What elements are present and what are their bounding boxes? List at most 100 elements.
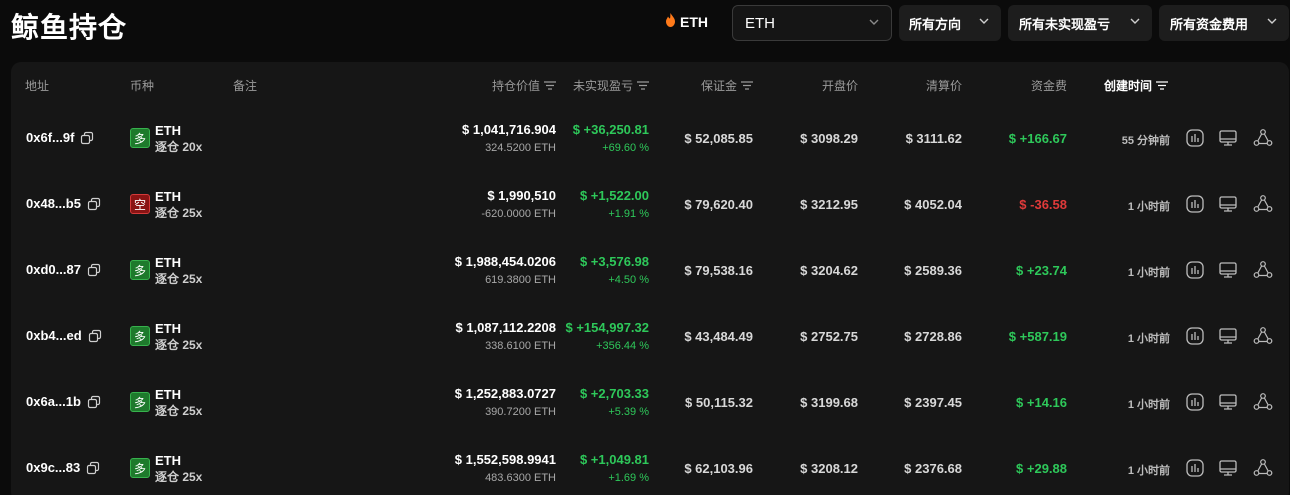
monitor-icon[interactable] (1218, 128, 1238, 153)
page-title: 鲸鱼持仓 (11, 12, 128, 43)
monitor-icon[interactable] (1218, 392, 1238, 417)
margin-mode: 逐仓 25x (155, 470, 203, 484)
hot-coin-label: ETH (680, 13, 708, 30)
header-entry-price: 开盘价 (821, 79, 858, 93)
copy-icon[interactable] (87, 395, 101, 409)
chart-icon[interactable] (1185, 458, 1205, 483)
table-header: 地址 币种 备注 持仓价值 未实现盈亏 保证金 开盘价 清算价 资金费 创建时间 (11, 62, 1289, 106)
chart-icon[interactable] (1185, 392, 1205, 417)
table-row[interactable]: 0x6a...1b 多 ETH 逐仓 25x $ 1,252,883.0727 … (11, 370, 1289, 436)
share-icon[interactable] (1253, 326, 1273, 351)
wallet-address[interactable]: 0x6a...1b (26, 394, 81, 409)
address-cell[interactable]: 0xb4...ed (26, 328, 102, 343)
margin-mode: 逐仓 20x (155, 140, 203, 154)
created-time: 1 小时前 (1127, 333, 1170, 345)
wallet-address[interactable]: 0xd0...87 (26, 262, 81, 277)
entry-price: $ 3208.12 (800, 461, 858, 476)
share-icon[interactable] (1253, 128, 1273, 153)
copy-icon[interactable] (88, 329, 102, 343)
entry-price: $ 3098.29 (800, 131, 858, 146)
unrealized-pnl-select[interactable]: 所有未实现盈亏 (1008, 5, 1152, 41)
chart-icon[interactable] (1185, 194, 1205, 219)
header-margin-label: 保证金 (700, 79, 737, 93)
funding-fee: $ +14.16 (1016, 395, 1067, 410)
created-time: 1 小时前 (1127, 267, 1170, 279)
coin-symbol: ETH (155, 453, 181, 468)
monitor-icon[interactable] (1218, 458, 1238, 483)
unrealized-pnl-pct: +5.39 % (608, 406, 649, 418)
liq-price: $ 2397.45 (904, 395, 962, 410)
chart-icon[interactable] (1185, 326, 1205, 351)
copy-icon[interactable] (87, 197, 101, 211)
address-cell[interactable]: 0x48...b5 (26, 196, 101, 211)
coin-select[interactable]: ETH (732, 5, 892, 41)
address-cell[interactable]: 0x6a...1b (26, 394, 101, 409)
address-cell[interactable]: 0x9c...83 (26, 460, 100, 475)
monitor-icon[interactable] (1218, 326, 1238, 351)
address-cell[interactable]: 0xd0...87 (26, 262, 101, 277)
unrealized-pnl-pct: +1.91 % (608, 208, 649, 220)
direction-select[interactable]: 所有方向 (899, 5, 1001, 41)
copy-icon[interactable] (86, 461, 100, 475)
unrealized-pnl: $ +2,703.33 (579, 386, 649, 401)
wallet-address[interactable]: 0xb4...ed (26, 328, 82, 343)
header-unrealized-pnl[interactable]: 未实现盈亏 (573, 77, 649, 94)
coin-cell: ETH 逐仓 25x (155, 321, 202, 353)
entry-price: $ 2752.75 (800, 329, 858, 344)
liq-price: $ 2376.68 (904, 461, 962, 476)
monitor-icon[interactable] (1218, 260, 1238, 285)
funding-fee: $ -36.58 (1019, 197, 1067, 212)
funding-fee: $ +587.19 (1008, 329, 1067, 344)
wallet-address[interactable]: 0x48...b5 (26, 196, 81, 211)
coin-symbol: ETH (155, 321, 181, 336)
entry-price: $ 3212.95 (800, 197, 858, 212)
unrealized-pnl: $ +154,997.32 (565, 320, 650, 335)
table-row[interactable]: 0x9c...83 多 ETH 逐仓 25x $ 1,552,598.9941 … (11, 436, 1289, 495)
position-value: $ 1,988,454.0206 (454, 254, 556, 269)
margin-mode: 逐仓 25x (155, 272, 203, 286)
coin-symbol: ETH (155, 255, 181, 270)
unrealized-pnl: $ +3,576.98 (579, 254, 649, 269)
liq-price: $ 2728.86 (904, 329, 962, 344)
position-value-cell: $ 1,990,510 -620.0000 ETH (481, 187, 556, 223)
coin-symbol: ETH (155, 189, 181, 204)
funding-fee-select[interactable]: 所有资金费用 (1159, 5, 1289, 41)
table-row[interactable]: 0xd0...87 多 ETH 逐仓 25x $ 1,988,454.0206 … (11, 238, 1289, 304)
created-time: 55 分钟前 (1121, 135, 1170, 147)
header-liq-price: 清算价 (925, 79, 962, 93)
header-position-value[interactable]: 持仓价值 (492, 77, 556, 94)
unrealized-pnl-cell: $ +36,250.81 +69.60 % (573, 121, 649, 157)
copy-icon[interactable] (87, 263, 101, 277)
table-row[interactable]: 0x48...b5 空 ETH 逐仓 25x $ 1,990,510 -620.… (11, 172, 1289, 238)
coin-cell: ETH 逐仓 25x (155, 387, 202, 419)
direction-select-value: 所有方向 (909, 16, 962, 32)
chart-icon[interactable] (1185, 128, 1205, 153)
unrealized-pnl: $ +1,049.81 (579, 452, 649, 467)
copy-icon[interactable] (80, 131, 94, 145)
share-icon[interactable] (1253, 194, 1273, 219)
entry-price: $ 3199.68 (800, 395, 858, 410)
monitor-icon[interactable] (1218, 194, 1238, 219)
chart-icon[interactable] (1185, 260, 1205, 285)
unrealized-pnl-cell: $ +2,703.33 +5.39 % (580, 385, 649, 421)
unrealized-pnl-pct: +4.50 % (608, 274, 649, 286)
table-row[interactable]: 0x6f...9f 多 ETH 逐仓 20x $ 1,041,716.904 3… (11, 106, 1289, 172)
wallet-address[interactable]: 0x9c...83 (26, 460, 80, 475)
position-value-cell: $ 1,552,598.9941 483.6300 ETH (455, 451, 556, 487)
header-coin: 币种 (130, 79, 155, 93)
share-icon[interactable] (1253, 392, 1273, 417)
margin-value: $ 43,484.49 (684, 329, 753, 344)
header-margin[interactable]: 保证金 (701, 77, 753, 94)
wallet-address[interactable]: 0x6f...9f (26, 130, 74, 145)
share-icon[interactable] (1253, 260, 1273, 285)
address-cell[interactable]: 0x6f...9f (26, 130, 94, 145)
hot-coin-tag[interactable]: ETH (665, 13, 708, 30)
side-badge: 多 (130, 458, 150, 478)
table-row[interactable]: 0xb4...ed 多 ETH 逐仓 25x $ 1,087,112.2208 … (11, 304, 1289, 370)
entry-price: $ 3204.62 (800, 263, 858, 278)
sort-icon (741, 81, 753, 90)
share-icon[interactable] (1253, 458, 1273, 483)
liq-price: $ 3111.62 (905, 131, 962, 146)
header-created-time[interactable]: 创建时间 (1104, 77, 1169, 94)
sort-icon (637, 81, 649, 90)
